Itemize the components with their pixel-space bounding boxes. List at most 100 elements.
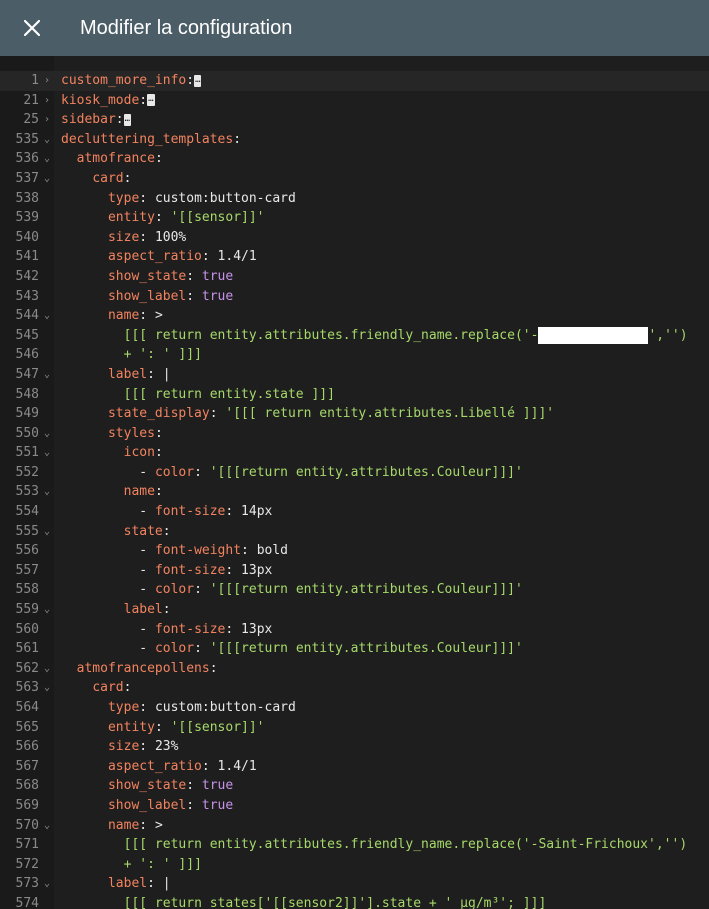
yaml-token: |	[162, 876, 171, 892]
code-line[interactable]: 544 ⌄ name: >	[0, 306, 709, 326]
code-line[interactable]: 555 ⌄ state:	[0, 522, 709, 542]
code-text: state:	[61, 522, 171, 542]
code-line[interactable]: 552 - color: '[[[return entity.attribute…	[0, 463, 709, 483]
code-text: [[[ return entity.attributes.friendly_na…	[61, 326, 688, 346]
line-number: 554	[15, 504, 39, 520]
line-number: 558	[15, 582, 39, 598]
yaml-token: :	[139, 700, 155, 715]
code-line[interactable]: 560 - font-size: 13px	[0, 620, 709, 640]
yaml-token: >	[154, 817, 163, 833]
code-line[interactable]: 559 ⌄ label:	[0, 600, 709, 620]
code-line[interactable]: 562 ⌄ atmofrancepollens:	[0, 659, 709, 679]
code-line[interactable]: 540 size: 100%	[0, 228, 709, 248]
code-line[interactable]: 568 show_state: true	[0, 776, 709, 796]
fold-collapse-icon[interactable]: ⌄	[42, 522, 52, 542]
code-line[interactable]: 1 › custom_more_info:…	[0, 71, 709, 91]
yaml-key: font-weight	[154, 543, 242, 559]
code-line[interactable]: 571 [[[ return entity.attributes.friendl…	[0, 835, 709, 855]
code-line[interactable]: 573 ⌄ label: |	[0, 874, 709, 894]
yaml-boolean: true	[201, 778, 234, 794]
code-line[interactable]: 567 aspect_ratio: 1.4/1	[0, 757, 709, 777]
fold-collapse-icon[interactable]: ⌄	[42, 482, 52, 502]
line-number: 560	[15, 621, 39, 637]
code-line[interactable]: 553 ⌄ name:	[0, 482, 709, 502]
code-line[interactable]: 541 aspect_ratio: 1.4/1	[0, 247, 709, 267]
code-line[interactable]: 554 - font-size: 14px	[0, 502, 709, 522]
code-line[interactable]: 564 type: custom:button-card	[0, 698, 709, 718]
folded-placeholder[interactable]: …	[194, 74, 202, 87]
code-line[interactable]: 565 entity: '[[sensor]]'	[0, 718, 709, 738]
yaml-token: 1.4/1	[217, 249, 257, 265]
line-number: 557	[15, 562, 39, 578]
yaml-boolean: true	[201, 797, 234, 813]
code-line[interactable]: 546 + ': ' ]]]	[0, 345, 709, 365]
line-number: 566	[15, 739, 39, 755]
code-line[interactable]: 542 show_state: true	[0, 267, 709, 287]
yaml-code-editor[interactable]: 1 › custom_more_info:… 21 › kiosk_mode:… 25 › si…	[0, 56, 709, 909]
fold-collapse-icon[interactable]: ⌄	[42, 659, 52, 679]
code-text: name: >	[61, 816, 163, 836]
fold-expand-icon[interactable]: ›	[42, 71, 52, 91]
yaml-token: :	[162, 523, 171, 539]
code-line[interactable]: 21 › kiosk_mode:…	[0, 91, 709, 111]
code-line[interactable]: 569 show_label: true	[0, 796, 709, 816]
fold-collapse-icon[interactable]: ⌄	[42, 365, 52, 385]
code-line[interactable]: 558 - color: '[[[return entity.attribute…	[0, 580, 709, 600]
code-line[interactable]: 536 ⌄ atmofrance:	[0, 149, 709, 169]
code-line[interactable]: 557 - font-size: 13px	[0, 561, 709, 581]
code-line[interactable]: 561 - color: '[[[return entity.attribute…	[0, 639, 709, 659]
fold-collapse-icon[interactable]: ⌄	[42, 874, 52, 894]
yaml-key: aspect_ratio	[107, 758, 202, 774]
fold-collapse-icon[interactable]: ⌄	[42, 306, 52, 326]
code-line[interactable]: 549 state_display: '[[[ return entity.at…	[0, 404, 709, 424]
yaml-token: :	[154, 484, 163, 500]
code-text: - font-size: 14px	[61, 502, 272, 522]
yaml-key: entity	[107, 719, 155, 735]
yaml-key: state	[123, 523, 163, 539]
fold-collapse-icon[interactable]: ⌄	[42, 443, 52, 463]
fold-expand-icon[interactable]: ›	[42, 110, 52, 130]
fold-expand-icon[interactable]: ›	[42, 91, 52, 111]
code-text: show_label: true	[61, 796, 233, 816]
code-line[interactable]: 537 ⌄ card:	[0, 169, 709, 189]
yaml-key: styles	[107, 425, 155, 441]
fold-collapse-icon[interactable]: ⌄	[42, 816, 52, 836]
yaml-token: bold	[256, 543, 288, 559]
code-text: sidebar:…	[61, 110, 132, 130]
fold-collapse-icon[interactable]: ⌄	[42, 130, 52, 150]
code-line[interactable]: 547 ⌄ label: |	[0, 365, 709, 385]
fold-collapse-icon[interactable]: ⌄	[42, 600, 52, 620]
fold-collapse-icon[interactable]: ⌄	[42, 678, 52, 698]
code-line[interactable]: 563 ⌄ card:	[0, 678, 709, 698]
fold-collapse-icon[interactable]: ⌄	[42, 424, 52, 444]
code-line[interactable]: 570 ⌄ name: >	[0, 816, 709, 836]
fold-collapse-icon[interactable]: ⌄	[42, 149, 52, 169]
folded-placeholder[interactable]: …	[147, 94, 155, 107]
close-button[interactable]	[14, 10, 50, 46]
code-line[interactable]: 574 [[[ return states['[[sensor2]]'].sta…	[0, 894, 709, 909]
yaml-token: :	[201, 758, 218, 774]
code-line[interactable]: 538 type: custom:button-card	[0, 189, 709, 209]
line-number: 553	[15, 484, 39, 500]
code-line[interactable]: 25 › sidebar:…	[0, 110, 709, 130]
line-number: 569	[15, 797, 39, 813]
code-line[interactable]: 556 - font-weight: bold	[0, 541, 709, 561]
code-line[interactable]: 550 ⌄ styles:	[0, 424, 709, 444]
code-line[interactable]: 551 ⌄ icon:	[0, 443, 709, 463]
folded-placeholder[interactable]: …	[123, 113, 132, 126]
code-line[interactable]: 548 [[[ return entity.state ]]]	[0, 385, 709, 405]
code-line[interactable]: 545 [[[ return entity.attributes.friendl…	[0, 326, 709, 346]
code-text: entity: '[[sensor]]'	[61, 208, 265, 228]
code-line[interactable]: 535 ⌄ decluttering_templates:	[0, 130, 709, 150]
fold-collapse-icon[interactable]: ⌄	[42, 169, 52, 189]
code-line[interactable]: 539 entity: '[[sensor]]'	[0, 208, 709, 228]
code-line[interactable]: 543 show_label: true	[0, 287, 709, 307]
yaml-key: name	[123, 484, 155, 500]
code-line[interactable]: 566 size: 23%	[0, 737, 709, 757]
code-text: - font-size: 13px	[61, 620, 272, 640]
code-text: show_state: true	[61, 776, 233, 796]
yaml-token: :	[194, 464, 210, 480]
code-line[interactable]: 572 + ': ' ]]]	[0, 855, 709, 875]
yaml-boolean: true	[201, 288, 234, 304]
yaml-token: :	[194, 582, 210, 598]
